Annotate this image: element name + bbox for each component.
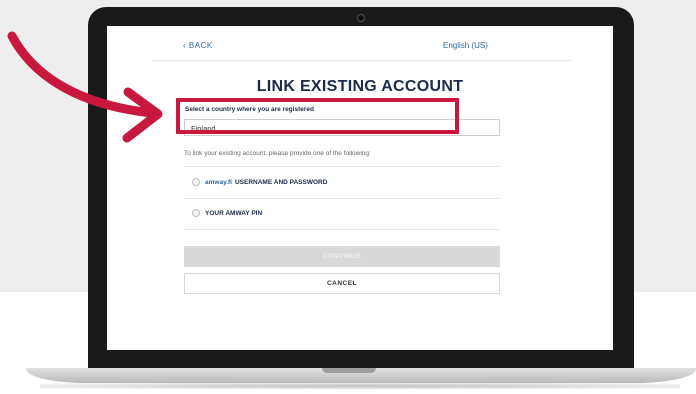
curved-arrow-icon: [7, 31, 163, 143]
